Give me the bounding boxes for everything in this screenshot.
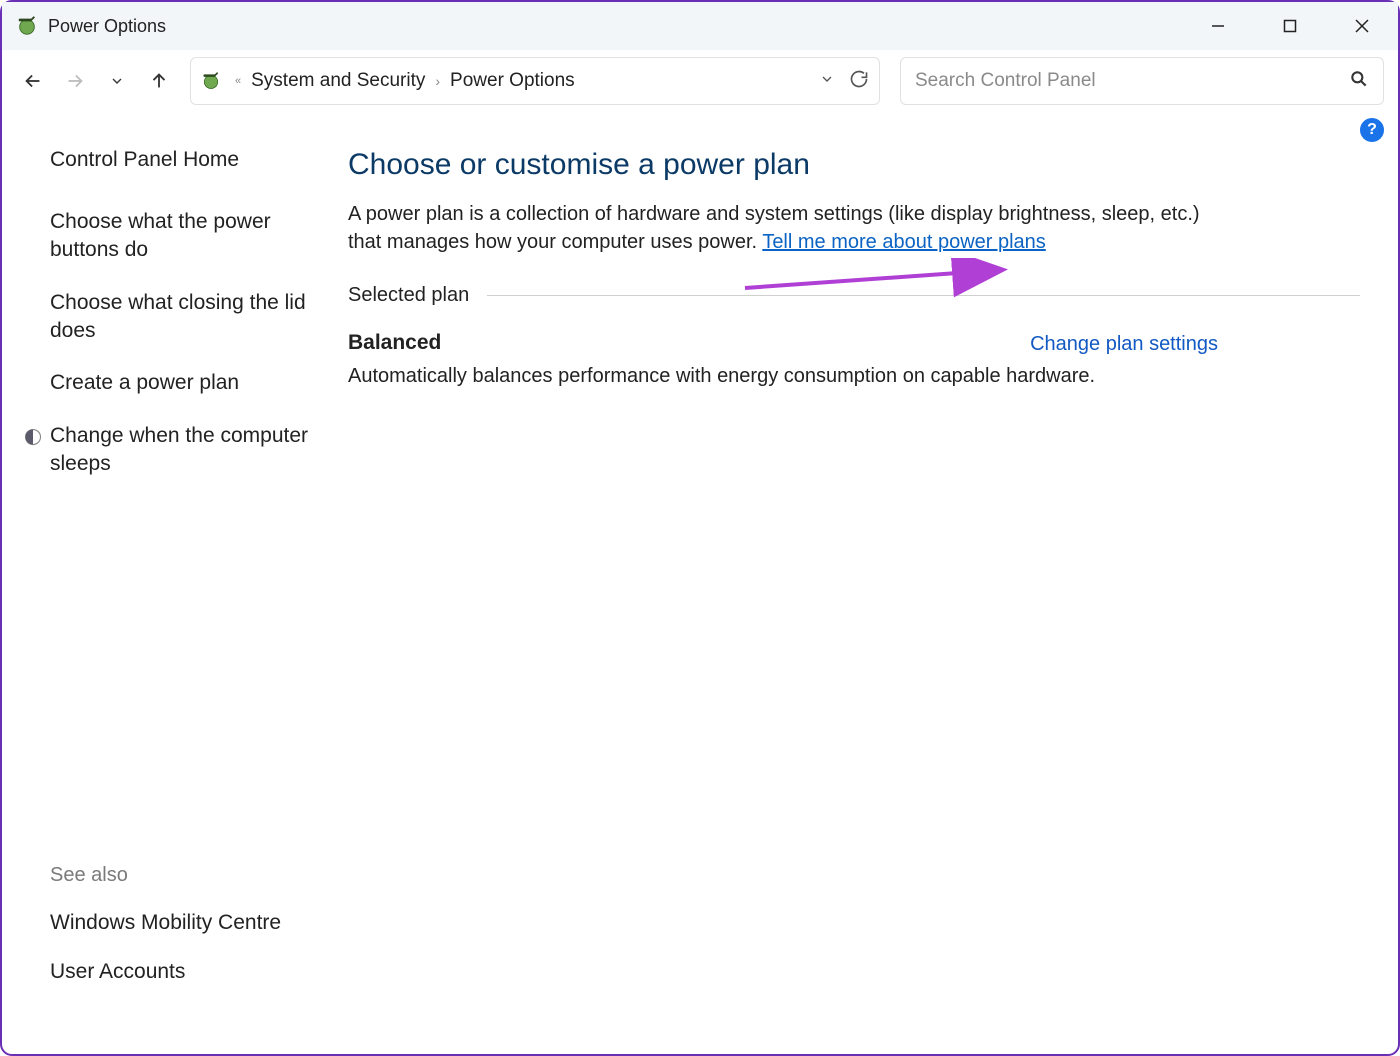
current-page-icon (24, 426, 42, 444)
learn-more-link[interactable]: Tell me more about power plans (762, 231, 1045, 253)
control-panel-home-link[interactable]: Control Panel Home (50, 148, 322, 172)
close-button[interactable] (1326, 2, 1398, 50)
sidebar-link-change-sleep[interactable]: Change when the computer sleeps (50, 422, 322, 479)
recent-locations-button[interactable] (100, 64, 134, 98)
minimize-button[interactable] (1182, 2, 1254, 50)
page-title: Choose or customise a power plan (348, 148, 1360, 182)
address-bar[interactable]: « System and Security › Power Options (190, 57, 880, 105)
sidebar-item-label: Change when the computer sleeps (50, 424, 308, 475)
search-box[interactable] (900, 57, 1384, 105)
plan-description: Automatically balances performance with … (348, 365, 1218, 388)
sidebar: Control Panel Home Choose what the power… (10, 120, 340, 1046)
section-label: Selected plan (348, 284, 469, 307)
plan-row: Balanced Change plan settings (348, 331, 1218, 365)
breadcrumb-power-options[interactable]: Power Options (446, 68, 579, 94)
window-title: Power Options (48, 16, 166, 37)
help-icon[interactable]: ? (1360, 118, 1384, 142)
back-button[interactable] (16, 64, 50, 98)
search-icon[interactable] (1349, 69, 1369, 94)
breadcrumb-overflow-icon[interactable]: « (229, 75, 247, 87)
up-button[interactable] (142, 64, 176, 98)
nav-row: « System and Security › Power Options (2, 50, 1398, 112)
see-also-section: See also Windows Mobility Centre User Ac… (50, 864, 322, 1046)
title-bar: Power Options (2, 2, 1398, 50)
plan-info: Balanced (348, 331, 441, 365)
forward-button[interactable] (58, 64, 92, 98)
change-plan-settings-link[interactable]: Change plan settings (1030, 333, 1218, 356)
see-also-link-user-accounts[interactable]: User Accounts (50, 958, 322, 986)
sidebar-link-power-buttons[interactable]: Choose what the power buttons do (50, 208, 322, 265)
annotation-arrow (740, 258, 1020, 303)
refresh-button[interactable] (849, 69, 869, 94)
main-content: ? Choose or customise a power plan A pow… (340, 120, 1390, 1046)
address-dropdown-button[interactable] (819, 71, 835, 92)
search-input[interactable] (915, 70, 1349, 92)
breadcrumb-system-and-security[interactable]: System and Security (247, 68, 429, 94)
sidebar-link-closing-lid[interactable]: Choose what closing the lid does (50, 289, 322, 346)
page-description: A power plan is a collection of hardware… (348, 200, 1218, 256)
chevron-right-icon: › (429, 73, 446, 89)
see-also-link-mobility-centre[interactable]: Windows Mobility Centre (50, 909, 322, 937)
power-options-icon (16, 15, 38, 37)
content-body: Control Panel Home Choose what the power… (10, 120, 1390, 1046)
power-options-icon (201, 71, 221, 91)
see-also-label: See also (50, 864, 322, 887)
sidebar-link-create-power-plan[interactable]: Create a power plan (50, 369, 322, 397)
plan-name: Balanced (348, 331, 441, 355)
window-controls (1182, 2, 1398, 50)
maximize-button[interactable] (1254, 2, 1326, 50)
